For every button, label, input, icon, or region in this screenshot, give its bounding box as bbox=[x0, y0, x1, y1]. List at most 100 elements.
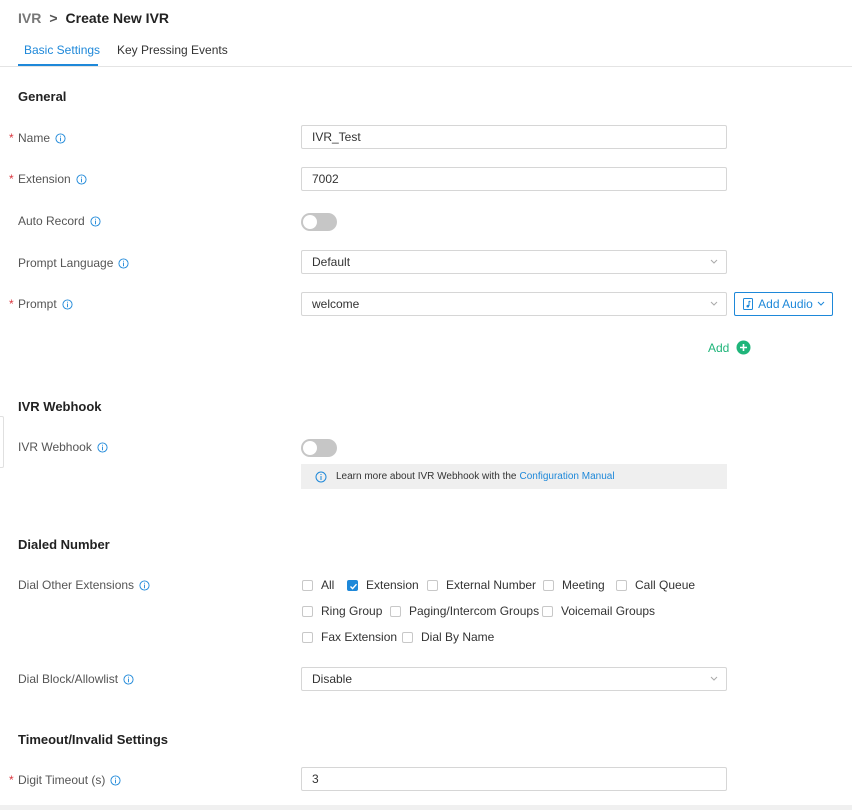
info-icon[interactable] bbox=[55, 132, 66, 144]
breadcrumb-root[interactable]: IVR bbox=[18, 10, 41, 26]
checkbox-box[interactable] bbox=[543, 579, 554, 591]
breadcrumb-separator: > bbox=[49, 10, 58, 26]
checkbox-label: Paging/Intercom Groups bbox=[409, 604, 540, 618]
name-input[interactable]: IVR_Test bbox=[301, 125, 727, 149]
auto-record-toggle[interactable] bbox=[301, 213, 337, 231]
dial-block-allowlist-label-text: Dial Block/Allowlist bbox=[18, 672, 119, 686]
required-marker: * bbox=[9, 297, 14, 311]
checkbox-call-queue[interactable]: Call Queue bbox=[616, 578, 695, 592]
webhook-notice-text: Learn more about IVR Webhook with the bbox=[336, 471, 517, 482]
checkbox-box[interactable] bbox=[302, 579, 313, 591]
extension-label: Extension bbox=[18, 172, 87, 186]
prompt-language-label: Prompt Language bbox=[18, 256, 129, 270]
extension-input[interactable]: 7002 bbox=[301, 167, 727, 191]
checkbox-box[interactable] bbox=[347, 579, 358, 591]
checkbox-label: All bbox=[321, 578, 335, 592]
info-icon[interactable] bbox=[97, 441, 108, 453]
checkbox-box[interactable] bbox=[402, 631, 413, 643]
ivr-webhook-toggle[interactable] bbox=[301, 439, 337, 457]
checkmark-icon bbox=[350, 583, 358, 590]
name-label: Name bbox=[18, 131, 66, 145]
dial-block-allowlist-value: Disable bbox=[312, 672, 353, 686]
tab-bar: Basic Settings Key Pressing Events bbox=[0, 38, 852, 67]
checkbox-paging-intercom-groups[interactable]: Paging/Intercom Groups bbox=[390, 604, 539, 618]
bottom-divider bbox=[0, 805, 852, 810]
section-title-dialed-number: Dialed Number bbox=[18, 537, 110, 552]
dial-block-allowlist-select[interactable]: Disable bbox=[301, 667, 727, 691]
checkbox-label: Meeting bbox=[562, 578, 605, 592]
section-title-ivr-webhook: IVR Webhook bbox=[18, 399, 102, 414]
dial-block-allowlist-label: Dial Block/Allowlist bbox=[18, 672, 134, 686]
info-icon[interactable] bbox=[62, 298, 73, 310]
chevron-down-icon bbox=[710, 676, 718, 681]
checkbox-box[interactable] bbox=[427, 579, 438, 591]
checkbox-label: Extension bbox=[366, 578, 419, 592]
prompt-select[interactable]: welcome bbox=[301, 292, 727, 316]
digit-timeout-label: Digit Timeout (s) bbox=[18, 773, 121, 787]
add-audio-label: Add Audio bbox=[758, 297, 813, 311]
info-icon[interactable] bbox=[110, 774, 121, 786]
checkbox-ring-group[interactable]: Ring Group bbox=[302, 604, 382, 618]
page-title: Create New IVR bbox=[65, 10, 170, 26]
dial-other-extensions-label-text: Dial Other Extensions bbox=[18, 578, 135, 592]
checkbox-label: Ring Group bbox=[321, 604, 383, 618]
checkbox-dial-by-name[interactable]: Dial By Name bbox=[402, 630, 494, 644]
checkbox-meeting[interactable]: Meeting bbox=[543, 578, 605, 592]
checkbox-box[interactable] bbox=[302, 605, 313, 617]
required-marker: * bbox=[9, 773, 14, 787]
required-marker: * bbox=[9, 131, 14, 145]
info-icon[interactable] bbox=[76, 173, 87, 185]
info-icon[interactable] bbox=[123, 673, 134, 685]
prompt-language-label-text: Prompt Language bbox=[18, 256, 114, 270]
extension-label-text: Extension bbox=[18, 172, 71, 186]
add-label: Add bbox=[708, 340, 730, 355]
checkbox-label: Voicemail Groups bbox=[561, 604, 656, 618]
webhook-notice: Learn more about IVR Webhook with the Co… bbox=[301, 464, 727, 489]
add-audio-button[interactable]: Add Audio bbox=[734, 292, 833, 316]
prompt-language-value: Default bbox=[312, 255, 351, 269]
info-icon[interactable] bbox=[139, 579, 150, 591]
audio-file-icon bbox=[743, 298, 754, 310]
collapse-handle[interactable] bbox=[0, 416, 4, 468]
ivr-webhook-label: IVR Webhook bbox=[18, 440, 108, 454]
section-title-timeout: Timeout/Invalid Settings bbox=[18, 732, 169, 747]
checkbox-box[interactable] bbox=[616, 579, 627, 591]
dial-other-extensions-label: Dial Other Extensions bbox=[18, 578, 150, 592]
auto-record-label: Auto Record bbox=[18, 214, 101, 228]
chevron-down-icon bbox=[710, 259, 718, 264]
checkbox-all[interactable]: All bbox=[302, 578, 334, 592]
required-marker: * bbox=[9, 172, 14, 186]
prompt-label: Prompt bbox=[18, 297, 73, 311]
tab-basic-settings[interactable]: Basic Settings bbox=[24, 43, 100, 57]
info-icon[interactable] bbox=[90, 215, 101, 227]
checkbox-label: External Number bbox=[446, 578, 537, 592]
checkbox-box[interactable] bbox=[302, 631, 313, 643]
breadcrumb: IVR > Create New IVR bbox=[18, 10, 169, 26]
checkbox-box[interactable] bbox=[390, 605, 401, 617]
toggle-knob bbox=[303, 215, 317, 229]
configuration-manual-link[interactable]: Configuration Manual bbox=[519, 471, 614, 482]
ivr-webhook-label-text: IVR Webhook bbox=[18, 440, 92, 454]
checkbox-box[interactable] bbox=[542, 605, 553, 617]
plus-circle-icon bbox=[736, 340, 751, 355]
checkbox-fax-extension[interactable]: Fax Extension bbox=[302, 630, 397, 644]
toggle-knob bbox=[303, 441, 317, 455]
checkbox-external-number[interactable]: External Number bbox=[427, 578, 536, 592]
checkbox-label: Fax Extension bbox=[321, 630, 398, 644]
auto-record-label-text: Auto Record bbox=[18, 214, 85, 228]
checkbox-extension[interactable]: Extension bbox=[347, 578, 419, 592]
info-icon bbox=[315, 471, 327, 482]
add-prompt-button[interactable]: Add bbox=[708, 340, 751, 355]
active-tab-indicator bbox=[18, 64, 98, 66]
info-icon[interactable] bbox=[118, 257, 129, 269]
tab-key-pressing-events[interactable]: Key Pressing Events bbox=[117, 43, 228, 57]
digit-timeout-input[interactable]: 3 bbox=[301, 767, 727, 791]
checkbox-label: Call Queue bbox=[635, 578, 696, 592]
digit-timeout-label-text: Digit Timeout (s) bbox=[18, 773, 106, 787]
prompt-language-select[interactable]: Default bbox=[301, 250, 727, 274]
checkbox-voicemail-groups[interactable]: Voicemail Groups bbox=[542, 604, 655, 618]
prompt-value: welcome bbox=[312, 297, 360, 311]
section-title-general: General bbox=[18, 89, 67, 104]
name-label-text: Name bbox=[18, 131, 51, 145]
checkbox-label: Dial By Name bbox=[421, 630, 495, 644]
